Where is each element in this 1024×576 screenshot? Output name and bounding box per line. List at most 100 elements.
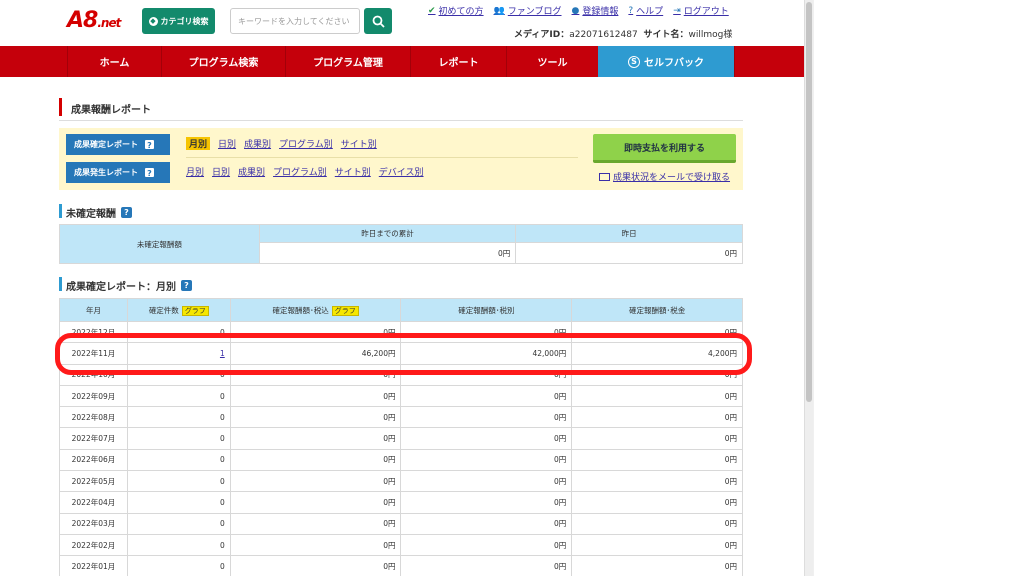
confirmed-by-site-link[interactable]: サイト別 — [341, 137, 377, 150]
row-excl: 0円 — [400, 533, 573, 557]
row-excl: 0円 — [400, 427, 573, 450]
search-icon — [372, 15, 385, 28]
help-icon[interactable]: ? — [181, 280, 192, 291]
row-tax: 0円 — [571, 320, 743, 344]
row-month: 2022年12月 — [59, 320, 128, 344]
media-id-label: メディアID： — [514, 30, 570, 40]
nav-report[interactable]: レポート — [410, 46, 506, 77]
help-icon[interactable]: ? — [144, 167, 155, 178]
page-title: 成果報酬レポート — [71, 101, 151, 116]
scrollbar-thumb[interactable] — [806, 2, 812, 402]
row-excl: 0円 — [400, 555, 573, 576]
media-id-value: a22071612487 — [569, 30, 638, 40]
help-icon[interactable]: ? — [144, 139, 155, 150]
col-count: 確定件数 グラフ — [126, 298, 231, 322]
occurred-by-result-link[interactable]: 成果別 — [238, 165, 265, 178]
help-icon: ? — [628, 5, 634, 16]
nav-tools[interactable]: ツール — [506, 46, 598, 77]
row-incl: 0円 — [229, 320, 402, 344]
occurred-by-site-link[interactable]: サイト別 — [335, 165, 371, 178]
nav-home[interactable]: ホーム — [67, 46, 161, 77]
confirmed-by-program-link[interactable]: プログラム別 — [279, 137, 333, 150]
table-row: 2022年08月 0 0円 0円 0円 — [59, 406, 743, 429]
help-label: ヘルプ — [636, 7, 664, 17]
confirmed-report-label: 成果確定レポート — [74, 140, 138, 149]
row-count: 0 — [126, 406, 231, 429]
keyword-search-input[interactable] — [230, 8, 360, 34]
row-tax: 4,200円 — [571, 342, 743, 365]
row-month: 2022年10月 — [59, 363, 128, 386]
row-count: 0 — [126, 448, 231, 472]
report-box-divider — [186, 157, 578, 158]
table-row: 2022年05月 0 0円 0円 0円 — [59, 470, 743, 493]
logo-suffix: .net — [97, 16, 121, 30]
col-month: 年月 — [59, 298, 128, 322]
table-row: 2022年02月 0 0円 0円 0円 — [59, 533, 743, 557]
category-search-label: カテゴリ検索 — [160, 16, 209, 26]
row-excl: 0円 — [400, 384, 573, 408]
occurred-daily-link[interactable]: 日別 — [212, 165, 230, 178]
row-month: 2022年02月 — [59, 533, 128, 557]
email-status-link[interactable]: 成果状況をメールで受け取る — [599, 170, 730, 183]
monthly-title-text: 成果確定レポート：月別 — [66, 282, 176, 293]
confirmed-by-result-link[interactable]: 成果別 — [244, 137, 271, 150]
mail-icon — [599, 172, 610, 181]
table-row: 2022年12月 0 0円 0円 0円 — [59, 320, 743, 344]
table-row: 2022年11月 1 46,200円 42,000円 4,200円 — [59, 342, 743, 365]
account-info-link[interactable]: ● 登録情報 — [572, 4, 619, 18]
monthly-report-table: 年月 確定件数 グラフ 確定報酬額･税込 グラフ 確定報酬額･税別 確定報酬額･税金… — [59, 298, 743, 576]
occurred-report-label: 成果発生レポート — [74, 168, 138, 177]
selfback-icon: S — [628, 55, 640, 68]
confirmed-daily-link[interactable]: 日別 — [218, 137, 236, 150]
row-month: 2022年01月 — [59, 555, 128, 576]
row-excl: 0円 — [400, 363, 573, 386]
row-incl: 0円 — [229, 384, 402, 408]
instant-payment-button[interactable]: 即時支払を利用する — [593, 134, 736, 163]
row-count: 0 — [126, 320, 231, 344]
confirmed-monthly-link[interactable]: 月別 — [186, 137, 211, 150]
count-graph-button[interactable]: グラフ — [181, 305, 209, 316]
count-link[interactable]: 1 — [220, 349, 225, 358]
occurred-report-button[interactable]: 成果発生レポート ? — [66, 162, 170, 183]
logout-icon: ⇥ — [673, 5, 681, 16]
amount-graph-button[interactable]: グラフ — [331, 305, 359, 316]
help-icon[interactable]: ? — [121, 207, 132, 218]
row-incl: 0円 — [229, 491, 402, 514]
col-amount-incl: 確定報酬額･税込 グラフ — [229, 298, 402, 322]
nav-program-search[interactable]: プログラム検索 — [161, 46, 285, 77]
col-cumulative: 昨日までの累計 — [258, 224, 517, 243]
help-link[interactable]: ? ヘルプ — [628, 4, 664, 18]
row-tax: 0円 — [571, 533, 743, 557]
occurred-monthly-link[interactable]: 月別 — [186, 165, 204, 178]
row-excl: 0円 — [400, 491, 573, 514]
row-count: 0 — [126, 533, 231, 557]
confirmed-report-button[interactable]: 成果確定レポート ? — [66, 134, 170, 155]
first-time-link[interactable]: ✔ 初めての方 — [428, 4, 484, 18]
row-month: 2022年05月 — [59, 470, 128, 493]
table-row: 2022年06月 0 0円 0円 0円 — [59, 448, 743, 472]
title-accent-bar — [59, 98, 62, 116]
main-nav: ホーム プログラム検索 プログラム管理 レポート ツール S セルフバック — [0, 46, 804, 77]
unconfirmed-title-text: 未確定報酬 — [66, 209, 116, 220]
nav-selfback[interactable]: S セルフバック — [598, 46, 734, 77]
leaf-icon: ✔ — [428, 5, 436, 16]
unconfirmed-title: 未確定報酬 ? — [66, 205, 132, 220]
row-tax: 0円 — [571, 555, 743, 576]
category-search-button[interactable]: ◆ カテゴリ検索 — [142, 8, 215, 34]
occurred-by-device-link[interactable]: デバイス別 — [379, 165, 424, 178]
fan-blog-label: ファンブログ — [507, 7, 562, 17]
account-info-label: 登録情報 — [582, 7, 619, 17]
row-incl: 0円 — [229, 512, 402, 535]
row-incl: 0円 — [229, 448, 402, 472]
row-tax: 0円 — [571, 512, 743, 535]
nav-program-management[interactable]: プログラム管理 — [285, 46, 410, 77]
search-button[interactable] — [364, 8, 392, 34]
occurred-by-program-link[interactable]: プログラム別 — [273, 165, 327, 178]
fan-blog-link[interactable]: 👥 ファンブログ — [494, 4, 562, 18]
row-count: 0 — [126, 384, 231, 408]
logout-link[interactable]: ⇥ ログアウト — [673, 4, 729, 18]
col-yesterday: 昨日 — [515, 224, 743, 243]
top-links: ✔ 初めての方 👥 ファンブログ ● 登録情報 ? ヘルプ ⇥ ログアウト — [428, 4, 729, 18]
a8-logo[interactable]: A8.net — [67, 8, 121, 33]
row-tax: 0円 — [571, 448, 743, 472]
